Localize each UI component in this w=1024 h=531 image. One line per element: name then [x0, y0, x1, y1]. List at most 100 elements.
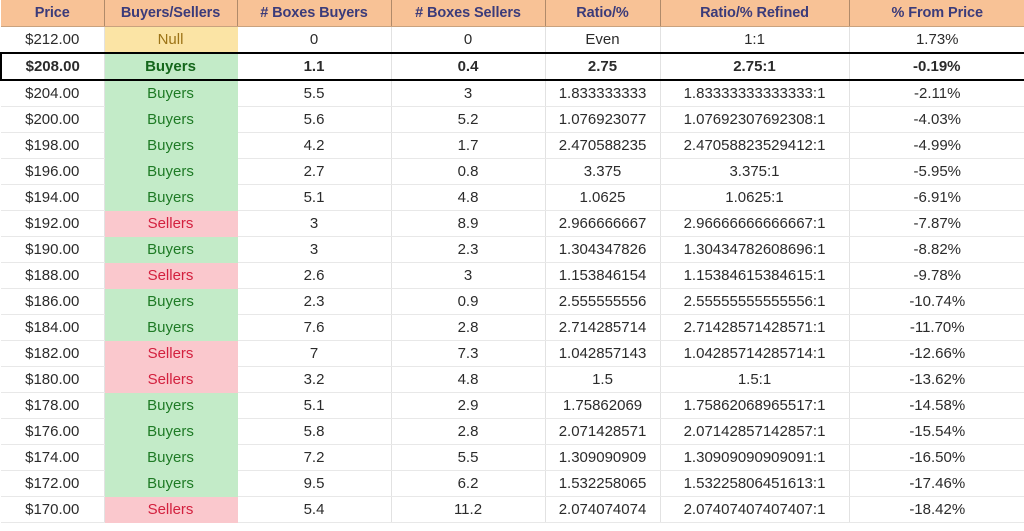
- cell-boxes-sellers[interactable]: 2.3: [391, 236, 546, 263]
- cell-price[interactable]: $170.00: [1, 496, 105, 523]
- cell-buyers-sellers[interactable]: Buyers: [104, 132, 238, 159]
- table-row[interactable]: $198.00 Buyers 4.2 1.7 2.470588235 2.47058823…: [1, 132, 1024, 159]
- cell-boxes-buyers[interactable]: 3.2: [237, 366, 392, 393]
- cell-buyers-sellers[interactable]: Null: [104, 26, 238, 54]
- cell-buyers-sellers[interactable]: Sellers: [104, 496, 238, 523]
- cell-boxes-sellers[interactable]: 4.8: [391, 366, 546, 393]
- cell-ratio-pct-refined[interactable]: 1:1: [660, 26, 850, 54]
- cell-ratio-pct[interactable]: 1.309090909: [545, 444, 661, 471]
- table-row[interactable]: $172.00 Buyers 9.5 6.2 1.532258065 1.53225806…: [1, 470, 1024, 497]
- cell-ratio-pct-refined[interactable]: 1.30434782608696:1: [660, 236, 850, 263]
- cell-pct-from-price[interactable]: -18.42%: [849, 496, 1024, 523]
- cell-ratio-pct[interactable]: 2.966666667: [545, 210, 661, 237]
- cell-pct-from-price[interactable]: -6.91%: [849, 184, 1024, 211]
- cell-boxes-sellers[interactable]: 0.8: [391, 158, 546, 185]
- cell-ratio-pct-refined[interactable]: 1.53225806451613:1: [660, 470, 850, 497]
- cell-boxes-sellers[interactable]: 2.8: [391, 314, 546, 341]
- column-header-pct-from-price[interactable]: % From Price: [849, 0, 1024, 27]
- cell-boxes-buyers[interactable]: 5.1: [237, 184, 392, 211]
- cell-price[interactable]: $212.00: [1, 26, 105, 54]
- cell-ratio-pct-refined[interactable]: 2.47058823529412:1: [660, 132, 850, 159]
- cell-price[interactable]: $200.00: [1, 106, 105, 133]
- cell-pct-from-price[interactable]: -17.46%: [849, 470, 1024, 497]
- cell-boxes-buyers[interactable]: 7: [237, 340, 392, 367]
- cell-ratio-pct-refined[interactable]: 2.71428571428571:1: [660, 314, 850, 341]
- cell-ratio-pct[interactable]: 2.071428571: [545, 418, 661, 445]
- table-row[interactable]: $190.00 Buyers 3 2.3 1.304347826 1.3043478260…: [1, 236, 1024, 263]
- cell-boxes-sellers[interactable]: 0.4: [391, 52, 546, 81]
- table-row[interactable]: $176.00 Buyers 5.8 2.8 2.071428571 2.07142857…: [1, 418, 1024, 445]
- table-row[interactable]: $200.00 Buyers 5.6 5.2 1.076923077 1.07692307…: [1, 106, 1024, 133]
- table-row[interactable]: $208.00 Buyers 1.1 0.4 2.75 2.75:1 -0.19%: [0, 52, 1024, 81]
- cell-ratio-pct[interactable]: 2.555555556: [545, 288, 661, 315]
- cell-boxes-sellers[interactable]: 3: [391, 262, 546, 289]
- cell-ratio-pct-refined[interactable]: 3.375:1: [660, 158, 850, 185]
- cell-boxes-buyers[interactable]: 2.3: [237, 288, 392, 315]
- cell-ratio-pct-refined[interactable]: 2.07407407407407:1: [660, 496, 850, 523]
- cell-ratio-pct[interactable]: 1.0625: [545, 184, 661, 211]
- cell-ratio-pct-refined[interactable]: 1.07692307692308:1: [660, 106, 850, 133]
- cell-buyers-sellers[interactable]: Buyers: [104, 288, 238, 315]
- cell-price[interactable]: $204.00: [1, 80, 105, 107]
- cell-ratio-pct[interactable]: 3.375: [545, 158, 661, 185]
- cell-ratio-pct-refined[interactable]: 2.07142857142857:1: [660, 418, 850, 445]
- cell-boxes-sellers[interactable]: 7.3: [391, 340, 546, 367]
- cell-boxes-buyers[interactable]: 5.6: [237, 106, 392, 133]
- cell-buyers-sellers[interactable]: Buyers: [104, 444, 238, 471]
- cell-pct-from-price[interactable]: -15.54%: [849, 418, 1024, 445]
- cell-boxes-sellers[interactable]: 5.2: [391, 106, 546, 133]
- cell-price[interactable]: $188.00: [1, 262, 105, 289]
- cell-price[interactable]: $180.00: [1, 366, 105, 393]
- cell-buyers-sellers[interactable]: Buyers: [104, 470, 238, 497]
- cell-buyers-sellers[interactable]: Sellers: [104, 262, 238, 289]
- table-row[interactable]: $178.00 Buyers 5.1 2.9 1.75862069 1.758620689…: [1, 392, 1024, 419]
- cell-boxes-sellers[interactable]: 6.2: [391, 470, 546, 497]
- cell-price[interactable]: $208.00: [0, 52, 105, 81]
- cell-ratio-pct-refined[interactable]: 1.15384615384615:1: [660, 262, 850, 289]
- table-row[interactable]: $204.00 Buyers 5.5 3 1.833333333 1.8333333333…: [1, 80, 1024, 107]
- cell-boxes-buyers[interactable]: 5.4: [237, 496, 392, 523]
- table-row[interactable]: $212.00 Null 0 0 Even 1:1 1.73%: [1, 26, 1024, 54]
- cell-boxes-buyers[interactable]: 5.8: [237, 418, 392, 445]
- cell-boxes-sellers[interactable]: 0.9: [391, 288, 546, 315]
- table-row[interactable]: $188.00 Sellers 2.6 3 1.153846154 1.153846153…: [1, 262, 1024, 289]
- cell-buyers-sellers[interactable]: Buyers: [104, 314, 238, 341]
- cell-ratio-pct-refined[interactable]: 2.96666666666667:1: [660, 210, 850, 237]
- cell-boxes-sellers[interactable]: 3: [391, 80, 546, 107]
- cell-pct-from-price[interactable]: -10.74%: [849, 288, 1024, 315]
- cell-pct-from-price[interactable]: -4.03%: [849, 106, 1024, 133]
- cell-price[interactable]: $196.00: [1, 158, 105, 185]
- cell-ratio-pct-refined[interactable]: 1.04285714285714:1: [660, 340, 850, 367]
- cell-boxes-buyers[interactable]: 5.5: [237, 80, 392, 107]
- cell-buyers-sellers[interactable]: Sellers: [104, 366, 238, 393]
- cell-boxes-buyers[interactable]: 2.6: [237, 262, 392, 289]
- cell-ratio-pct[interactable]: 2.470588235: [545, 132, 661, 159]
- cell-pct-from-price[interactable]: -11.70%: [849, 314, 1024, 341]
- cell-buyers-sellers[interactable]: Buyers: [104, 80, 238, 107]
- column-header-boxes-sellers[interactable]: # Boxes Sellers: [391, 0, 546, 27]
- cell-price[interactable]: $192.00: [1, 210, 105, 237]
- cell-buyers-sellers[interactable]: Buyers: [104, 158, 238, 185]
- cell-ratio-pct[interactable]: 1.532258065: [545, 470, 661, 497]
- cell-price[interactable]: $176.00: [1, 418, 105, 445]
- table-row[interactable]: $192.00 Sellers 3 8.9 2.966666667 2.966666666…: [1, 210, 1024, 237]
- cell-ratio-pct[interactable]: 1.042857143: [545, 340, 661, 367]
- table-row[interactable]: $182.00 Sellers 7 7.3 1.042857143 1.042857142…: [1, 340, 1024, 367]
- cell-boxes-sellers[interactable]: 1.7: [391, 132, 546, 159]
- cell-boxes-buyers[interactable]: 0: [237, 26, 392, 54]
- cell-ratio-pct-refined[interactable]: 2.75:1: [660, 52, 850, 81]
- cell-ratio-pct[interactable]: 1.833333333: [545, 80, 661, 107]
- cell-boxes-buyers[interactable]: 5.1: [237, 392, 392, 419]
- cell-ratio-pct[interactable]: 1.5: [545, 366, 661, 393]
- cell-ratio-pct-refined[interactable]: 2.55555555555556:1: [660, 288, 850, 315]
- cell-ratio-pct-refined[interactable]: 1.5:1: [660, 366, 850, 393]
- column-header-price[interactable]: Price: [1, 0, 105, 27]
- cell-boxes-sellers[interactable]: 8.9: [391, 210, 546, 237]
- cell-boxes-buyers[interactable]: 2.7: [237, 158, 392, 185]
- column-header-ratio-pct[interactable]: Ratio/%: [545, 0, 661, 27]
- cell-price[interactable]: $174.00: [1, 444, 105, 471]
- cell-boxes-sellers[interactable]: 2.8: [391, 418, 546, 445]
- cell-pct-from-price[interactable]: -8.82%: [849, 236, 1024, 263]
- table-row[interactable]: $196.00 Buyers 2.7 0.8 3.375 3.375:1 -5.95%: [1, 158, 1024, 185]
- cell-price[interactable]: $190.00: [1, 236, 105, 263]
